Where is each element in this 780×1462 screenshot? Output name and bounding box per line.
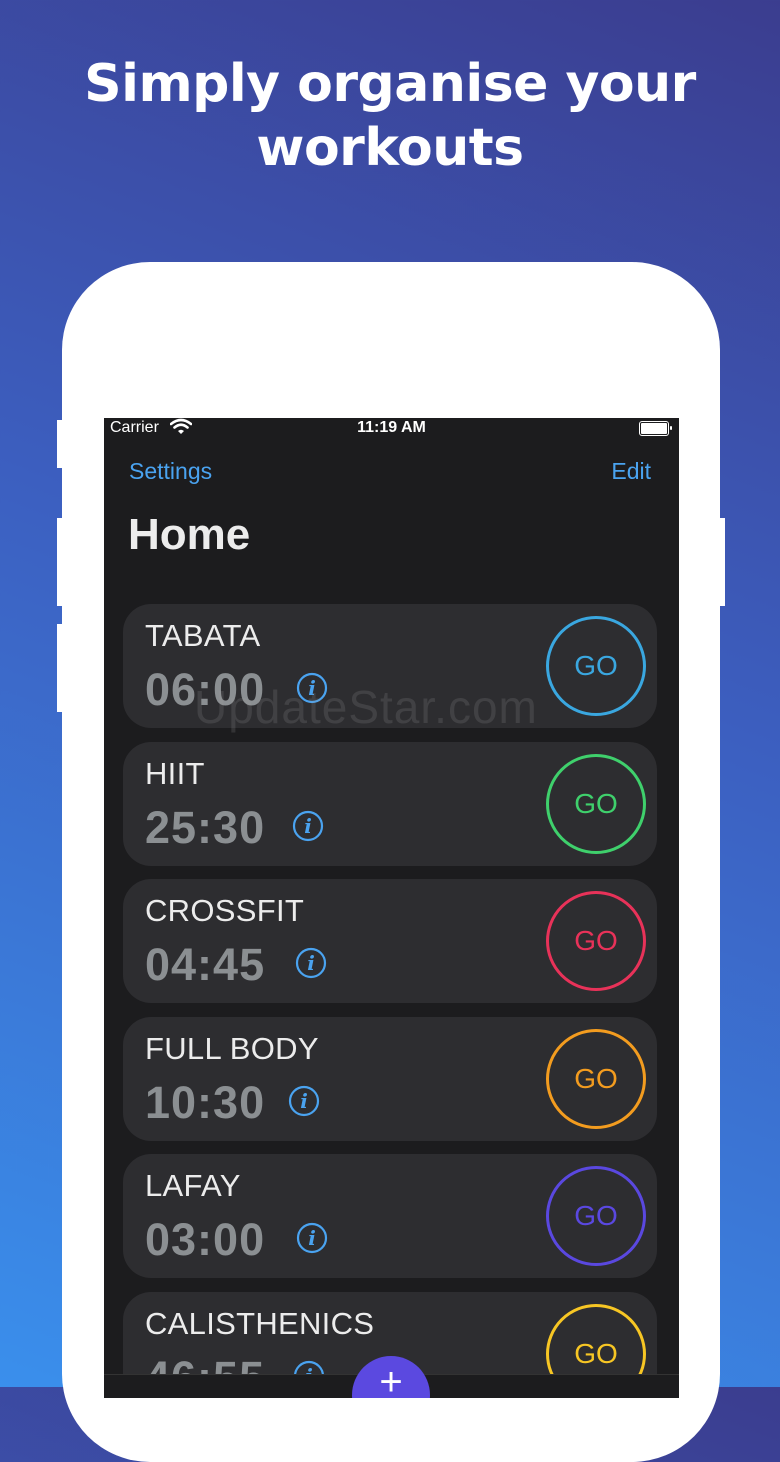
workout-card-hiit[interactable]: HIIT 25:30 i GO [123, 741, 657, 866]
go-button-tabata[interactable]: GO [546, 616, 646, 716]
workout-duration: 03:00 [145, 1214, 266, 1265]
workout-duration: 04:45 [145, 939, 266, 990]
workout-name: FULL BODY [145, 1030, 319, 1066]
go-button-hiit[interactable]: GO [546, 753, 646, 854]
clock: 11:19 AM [357, 419, 426, 436]
workout-card-lafay[interactable]: LAFAY 03:00 i GO [123, 1154, 657, 1278]
go-button-full-body[interactable]: GO [546, 1028, 646, 1129]
svg-text:i: i [307, 951, 315, 975]
status-bar: Carrier 11:19 AM [104, 418, 679, 454]
workout-card-crossfit[interactable]: CROSSFIT 04:45 i GO [123, 879, 657, 1003]
workout-name: HIIT [145, 755, 205, 791]
info-icon[interactable]: i [296, 1222, 328, 1254]
edit-button[interactable]: Edit [611, 458, 651, 485]
settings-button[interactable]: Settings [129, 458, 212, 485]
info-icon[interactable]: i [292, 810, 324, 842]
svg-text:i: i [304, 814, 312, 838]
app-screen: Carrier 11:19 AM Settings Edit Home TABA… [104, 418, 679, 1398]
battery-icon [639, 421, 672, 436]
workout-duration: 10:30 [145, 1076, 266, 1128]
svg-text:i: i [308, 1226, 316, 1250]
workout-card-full-body[interactable]: FULL BODY 10:30 i GO [123, 1016, 657, 1141]
info-icon[interactable]: i [295, 947, 327, 979]
svg-text:i: i [300, 1089, 308, 1113]
page-title: Home [128, 510, 251, 559]
headline: Simply organise your workouts [84, 54, 696, 178]
workout-duration: 25:30 [145, 801, 266, 853]
go-button-lafay[interactable]: GO [546, 1166, 646, 1266]
info-icon[interactable]: i [288, 1085, 320, 1117]
go-button-crossfit[interactable]: GO [546, 891, 646, 991]
workout-name: LAFAY [145, 1168, 241, 1203]
workout-name: TABATA [145, 618, 261, 653]
workout-name: CROSSFIT [145, 893, 305, 928]
workout-name: CALISTHENICS [145, 1305, 375, 1341]
watermark: UpdateStar.com [194, 681, 538, 733]
